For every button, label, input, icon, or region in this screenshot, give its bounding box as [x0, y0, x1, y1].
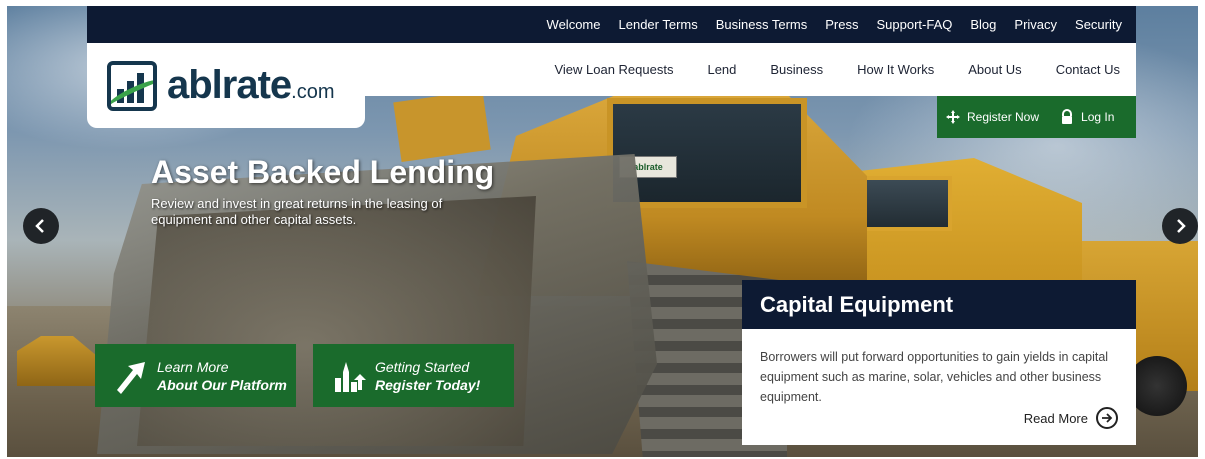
- getting-started-line1: Getting Started: [375, 358, 470, 375]
- learn-more-line1: Learn More: [157, 358, 229, 375]
- read-more-label: Read More: [1023, 410, 1088, 426]
- lock-icon: [1059, 109, 1075, 125]
- getting-started-line2: Register Today!: [375, 376, 481, 393]
- topnav-business-terms[interactable]: Business Terms: [716, 17, 808, 32]
- topnav-support-faq[interactable]: Support-FAQ: [877, 17, 953, 32]
- log-in-label: Log In: [1081, 110, 1115, 124]
- nav-lend[interactable]: Lend: [707, 62, 736, 77]
- logo-name: ablrate: [167, 63, 292, 107]
- read-more-link[interactable]: Read More: [1024, 407, 1118, 429]
- topnav-lender-terms[interactable]: Lender Terms: [619, 17, 698, 32]
- arrow-circle-right-icon: [1096, 407, 1118, 429]
- topnav-press[interactable]: Press: [825, 17, 858, 32]
- move-arrows-icon: [945, 109, 961, 125]
- learn-more-line2: About Our Platform: [157, 376, 287, 393]
- learn-more-button[interactable]: Learn More About Our Platform: [95, 344, 296, 407]
- arrow-up-right-icon: [111, 356, 151, 396]
- topnav-blog[interactable]: Blog: [970, 17, 996, 32]
- auth-bar: Register Now Log In: [937, 96, 1136, 138]
- growth-icon: [329, 356, 369, 396]
- nav-contact-us[interactable]: Contact Us: [1056, 62, 1120, 77]
- register-now-button[interactable]: Register Now: [945, 109, 1039, 125]
- dump-truck-window: [857, 176, 952, 231]
- chevron-right-icon: [1177, 219, 1186, 233]
- chevron-left-icon: [35, 219, 44, 233]
- topnav-welcome[interactable]: Welcome: [547, 17, 601, 32]
- logo-suffix: .com: [291, 81, 335, 103]
- top-utility-nav: Welcome Lender Terms Business Terms Pres…: [87, 6, 1136, 43]
- hero-subtitle: Review and invest in great returns in th…: [151, 196, 443, 227]
- nav-how-it-works[interactable]: How It Works: [857, 62, 934, 77]
- log-in-button[interactable]: Log In: [1059, 109, 1114, 125]
- hero-title: Asset Backed Lending: [151, 154, 495, 190]
- getting-started-button[interactable]: Getting Started Register Today!: [313, 344, 514, 407]
- topnav-privacy[interactable]: Privacy: [1014, 17, 1057, 32]
- logo-wordmark: ablrate.com: [167, 63, 335, 108]
- nav-business[interactable]: Business: [770, 62, 823, 77]
- logo-chart-icon: [107, 61, 157, 111]
- capital-equipment-description: Borrowers will put forward opportunities…: [760, 350, 1109, 404]
- nav-about-us[interactable]: About Us: [968, 62, 1021, 77]
- carousel-prev-button[interactable]: [23, 208, 59, 244]
- nav-view-loan-requests[interactable]: View Loan Requests: [554, 62, 673, 77]
- register-now-label: Register Now: [967, 110, 1040, 124]
- loader-arm: [393, 90, 491, 162]
- loader-bucket-inner: [137, 196, 536, 446]
- truck-wheel: [1127, 356, 1187, 416]
- capital-equipment-card-title: Capital Equipment: [742, 280, 1136, 329]
- site-logo[interactable]: ablrate.com: [87, 43, 365, 128]
- capital-equipment-card: Borrowers will put forward opportunities…: [742, 329, 1136, 445]
- carousel-next-button[interactable]: [1162, 208, 1198, 244]
- topnav-security[interactable]: Security: [1075, 17, 1122, 32]
